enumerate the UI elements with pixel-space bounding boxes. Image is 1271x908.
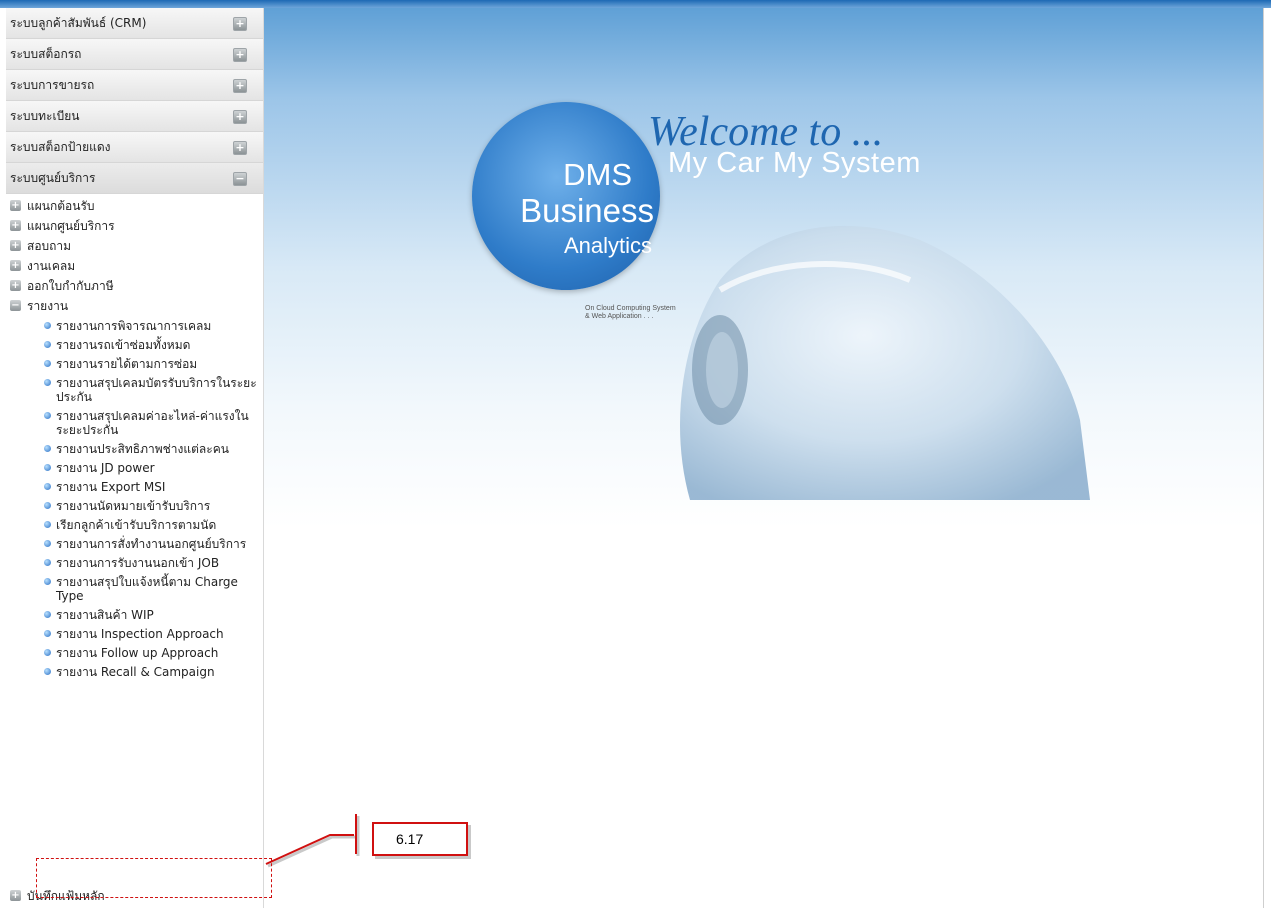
callout-connector [265, 814, 360, 868]
annotation-label: 6.17 [372, 822, 468, 856]
annotation-highlight [36, 858, 272, 898]
